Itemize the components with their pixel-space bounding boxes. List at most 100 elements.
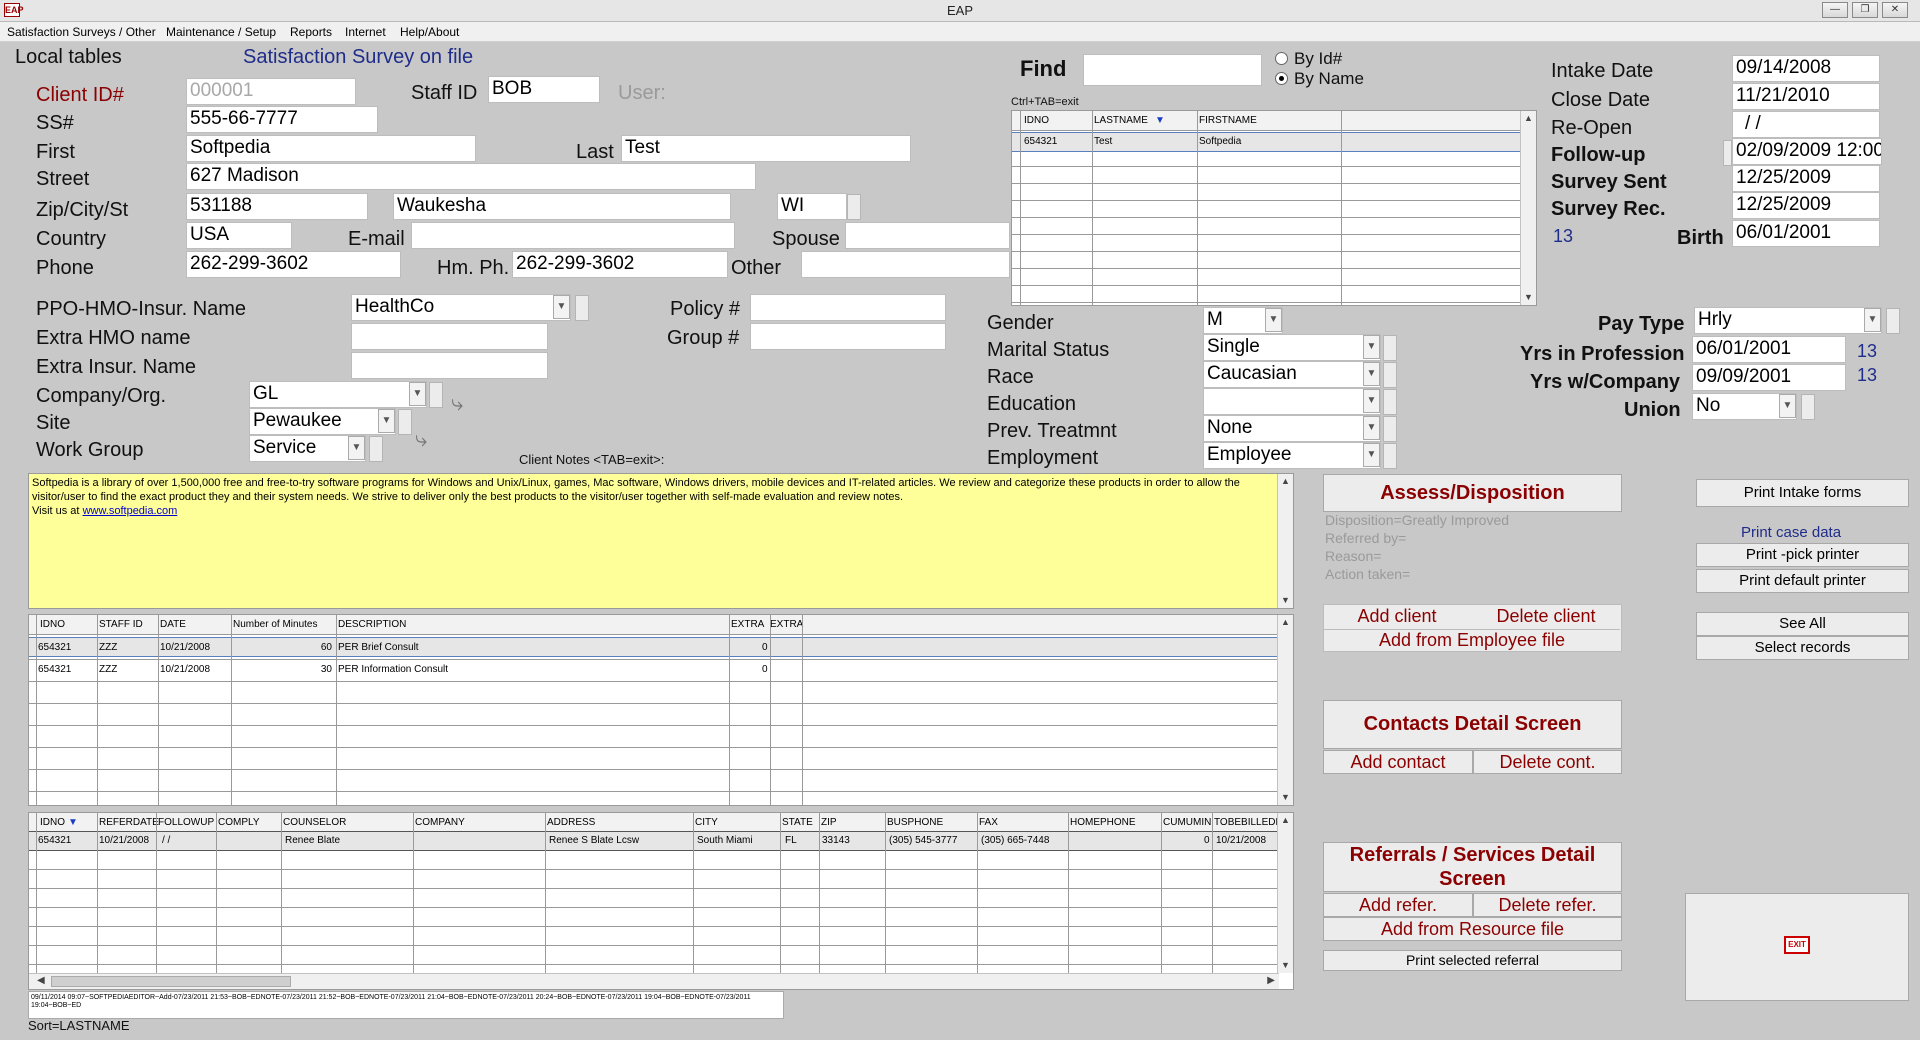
print-default-printer-button[interactable]: Print default printer	[1696, 569, 1909, 593]
add-from-resource-button[interactable]: Add from Resource file	[1323, 917, 1622, 941]
add-client-button[interactable]: Add client	[1324, 606, 1470, 628]
col-homephone[interactable]: HOMEPHONE	[1070, 817, 1136, 828]
referral-referdate[interactable]: 10/21/2008	[99, 835, 149, 846]
other-field[interactable]	[801, 251, 1010, 278]
last-name-field[interactable]: Test	[621, 135, 911, 162]
referrals-scrollbar-h[interactable]: ◀ ▶	[29, 973, 1279, 989]
street-field[interactable]: 627 Madison	[186, 163, 756, 190]
menu-maintenance[interactable]: Maintenance / Setup	[166, 25, 276, 39]
contact-idno[interactable]: 654321	[38, 642, 71, 653]
find-scrollbar[interactable]: ▲ ▼	[1520, 111, 1536, 305]
country-field[interactable]: USA	[186, 222, 292, 249]
local-tables-label[interactable]: Local tables	[15, 46, 122, 69]
ss-field[interactable]: 555-66-7777	[186, 106, 378, 133]
zip-field[interactable]: 531188	[186, 193, 368, 220]
col-cumumin[interactable]: CUMUMIN	[1163, 817, 1211, 828]
contact-extra[interactable]: 0	[762, 664, 768, 675]
ppo-combo[interactable]: HealthCo	[351, 294, 571, 321]
referral-zip[interactable]: 33143	[822, 835, 850, 846]
by-name-radio[interactable]	[1275, 72, 1288, 85]
chevron-down-icon[interactable]: ▼	[348, 436, 365, 460]
referral-address[interactable]: Renee S Blate Lcsw	[549, 835, 639, 846]
contact-minutes[interactable]: 30	[304, 664, 332, 675]
col-referdate[interactable]: REFERDATE	[99, 817, 159, 828]
spouse-field[interactable]	[845, 222, 1010, 249]
survey-sent-field[interactable]: 12/25/2009	[1732, 165, 1880, 192]
city-field[interactable]: Waukesha	[393, 193, 731, 220]
delete-contact-button[interactable]: Delete cont.	[1473, 750, 1622, 774]
referral-tobebilled[interactable]: 10/21/2008	[1216, 835, 1266, 846]
company-spinner[interactable]	[429, 382, 443, 408]
race-combo[interactable]: Caucasian	[1203, 361, 1381, 388]
menu-satisfaction[interactable]: Satisfaction Surveys / Other	[7, 25, 156, 39]
contact-staff-id[interactable]: ZZZ	[99, 642, 117, 653]
delete-refer-button[interactable]: Delete refer.	[1473, 893, 1622, 917]
col-followup[interactable]: FOLLOWUP	[158, 817, 214, 828]
extra-insur-field[interactable]	[351, 352, 548, 379]
contact-staff-id[interactable]: ZZZ	[99, 664, 117, 675]
chevron-down-icon[interactable]: ▼	[1363, 335, 1380, 359]
notes-scrollbar[interactable]: ▲ ▼	[1277, 474, 1293, 608]
col-date[interactable]: DATE	[160, 619, 186, 630]
chevron-down-icon[interactable]: ▼	[1363, 389, 1380, 413]
referral-cumumin[interactable]: 0	[1204, 835, 1210, 846]
softpedia-link[interactable]: www.softpedia.com	[83, 505, 178, 517]
site-combo[interactable]: Pewaukee	[249, 408, 396, 435]
referrals-scrollbar-v[interactable]: ▲ ▼	[1277, 813, 1293, 973]
print-intake-button[interactable]: Print Intake forms	[1696, 479, 1909, 507]
close-icon[interactable]: ✕	[1882, 2, 1908, 18]
minimize-icon[interactable]: —	[1822, 2, 1848, 18]
yrs-company-field[interactable]: 09/09/2001	[1692, 364, 1846, 391]
pay-type-combo[interactable]: Hrly	[1694, 307, 1882, 334]
col-lastname[interactable]: LASTNAME	[1094, 115, 1148, 126]
print-pick-printer-button[interactable]: Print -pick printer	[1696, 543, 1909, 567]
col-fax[interactable]: FAX	[979, 817, 998, 828]
contact-description[interactable]: PER Brief Consult	[338, 642, 419, 653]
find-row-lastname[interactable]: Test	[1094, 136, 1112, 147]
education-combo[interactable]	[1203, 388, 1381, 415]
referral-state[interactable]: FL	[785, 835, 797, 846]
delete-client-button[interactable]: Delete client	[1472, 606, 1620, 628]
contact-minutes[interactable]: 60	[304, 642, 332, 653]
add-refer-button[interactable]: Add refer.	[1323, 893, 1473, 917]
col-staff-id[interactable]: STAFF ID	[99, 619, 143, 630]
intake-date-field[interactable]: 09/14/2008	[1732, 55, 1880, 82]
contact-idno[interactable]: 654321	[38, 664, 71, 675]
followup-field[interactable]: 02/09/2009 12:00	[1732, 138, 1882, 165]
chevron-down-icon[interactable]: ▼	[378, 409, 395, 433]
find-row-idno[interactable]: 654321	[1024, 136, 1057, 147]
chevron-down-icon[interactable]: ▼	[1265, 308, 1282, 332]
see-all-button[interactable]: See All	[1696, 612, 1909, 636]
referral-followup[interactable]: / /	[162, 835, 170, 846]
add-contact-button[interactable]: Add contact	[1323, 750, 1473, 774]
referral-idno[interactable]: 654321	[38, 835, 71, 846]
group-field[interactable]	[750, 323, 946, 350]
col-comply[interactable]: COMPLY	[218, 817, 260, 828]
col-busphone[interactable]: BUSPHONE	[887, 817, 943, 828]
chevron-down-icon[interactable]: ▼	[1363, 416, 1380, 440]
find-row-firstname[interactable]: Softpedia	[1199, 136, 1241, 147]
chevron-down-icon[interactable]: ▼	[1363, 443, 1380, 467]
survey-rec-field[interactable]: 12/25/2009	[1732, 192, 1880, 219]
col-tobebilled[interactable]: TOBEBILLEDH	[1214, 817, 1283, 828]
birth-field[interactable]: 06/01/2001	[1732, 220, 1880, 247]
restore-icon[interactable]: ❐	[1852, 2, 1878, 18]
email-field[interactable]	[411, 222, 735, 249]
home-phone-field[interactable]: 262-299-3602	[512, 251, 728, 278]
add-from-employee-button[interactable]: Add from Employee file	[1324, 629, 1620, 651]
col-description[interactable]: DESCRIPTION	[338, 619, 406, 630]
extra-hmo-field[interactable]	[351, 323, 548, 350]
col-idno[interactable]: IDNO	[40, 817, 65, 828]
contacts-scrollbar[interactable]: ▲ ▼	[1277, 615, 1293, 805]
staff-id-field[interactable]: BOB	[488, 76, 600, 103]
contacts-grid[interactable]: IDNO STAFF ID DATE Number of Minutes DES…	[28, 614, 1294, 806]
phone-field[interactable]: 262-299-3602	[186, 251, 401, 278]
ppo-spinner[interactable]	[575, 295, 589, 321]
yrs-profession-field[interactable]: 06/01/2001	[1692, 336, 1846, 363]
referral-fax[interactable]: (305) 665-7448	[981, 835, 1049, 846]
state-field[interactable]: WI	[777, 193, 847, 220]
exit-button[interactable]: EXIT	[1685, 893, 1909, 1001]
close-date-field[interactable]: 11/21/2010	[1732, 83, 1880, 110]
col-state[interactable]: STATE	[782, 817, 813, 828]
col-extra-2[interactable]: EXTRA	[770, 619, 803, 630]
